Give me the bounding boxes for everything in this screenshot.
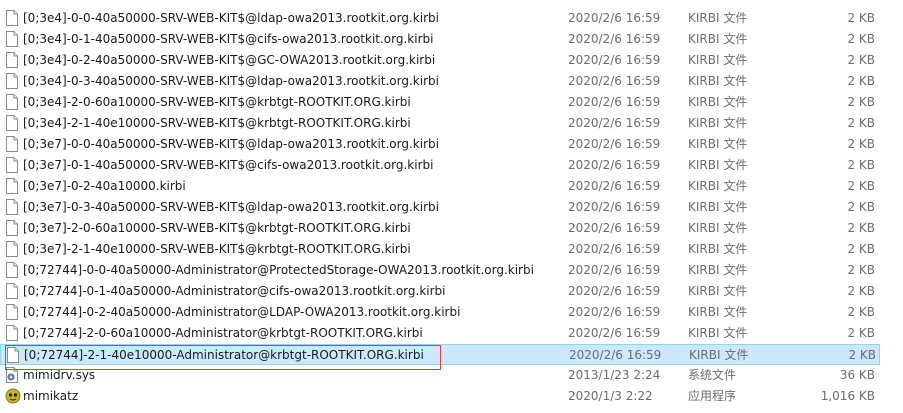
file-row[interactable]: [0;72744]-0-1-40a50000-Administrator@cif… [0, 281, 880, 302]
file-size: 2 KB [848, 348, 876, 362]
file-icon [5, 94, 19, 110]
file-name: [0;3e4]-0-2-40a50000-SRV-WEB-KIT$@GC-OWA… [23, 53, 436, 67]
file-name: [0;3e7]-2-0-60a10000-SRV-WEB-KIT$@krbtgt… [23, 221, 411, 235]
file-size: 2 KB [847, 158, 875, 172]
file-row[interactable]: [0;3e7]-2-0-60a10000-SRV-WEB-KIT$@krbtgt… [0, 218, 880, 239]
file-name: [0;72744]-2-0-60a10000-Administrator@krb… [23, 326, 423, 340]
file-row[interactable]: [0;3e4]-0-2-40a50000-SRV-WEB-KIT$@GC-OWA… [0, 50, 880, 71]
file-icon [5, 52, 19, 68]
file-date-modified: 2020/2/6 16:59 [568, 137, 661, 151]
file-row[interactable]: [0;3e7]-0-1-40a50000-SRV-WEB-KIT$@cifs-o… [0, 155, 880, 176]
file-row[interactable]: [0;3e7]-0-2-40a10000.kirbi 2020/2/6 16:59… [0, 176, 880, 197]
file-date-modified: 2020/2/6 16:59 [568, 242, 661, 256]
file-icon [5, 199, 19, 215]
file-date-modified: 2020/2/6 16:59 [568, 116, 661, 130]
file-size: 2 KB [847, 116, 875, 130]
file-row[interactable]: [0;3e7]-0-0-40a50000-SRV-WEB-KIT$@ldap-o… [0, 134, 880, 155]
file-date-modified: 2020/2/6 16:59 [569, 348, 662, 362]
file-date-modified: 2020/2/6 16:59 [568, 32, 661, 46]
file-icon [5, 178, 19, 194]
file-row[interactable]: [0;72744]-0-0-40a50000-Administrator@Pro… [0, 260, 880, 281]
file-name: [0;3e7]-0-3-40a50000-SRV-WEB-KIT$@ldap-o… [23, 200, 439, 214]
file-size: 2 KB [847, 179, 875, 193]
file-name: [0;3e4]-0-3-40a50000-SRV-WEB-KIT$@ldap-o… [23, 74, 439, 88]
file-name: [0;3e4]-0-0-40a50000-SRV-WEB-KIT$@ldap-o… [23, 11, 439, 25]
file-size: 2 KB [847, 137, 875, 151]
file-name: mimikatz [23, 389, 79, 403]
file-icon [5, 157, 19, 173]
file-name: [0;3e4]-2-1-40e10000-SRV-WEB-KIT$@krbtgt… [23, 116, 411, 130]
file-row[interactable]: [0;72744]-2-0-60a10000-Administrator@krb… [0, 323, 880, 344]
file-size: 2 KB [847, 326, 875, 340]
file-icon [5, 262, 19, 278]
file-list: [0;3e4]-0-0-40a50000-SRV-WEB-KIT$@ldap-o… [0, 0, 903, 413]
file-row[interactable]: [0;3e4]-0-3-40a50000-SRV-WEB-KIT$@ldap-o… [0, 71, 880, 92]
file-icon [5, 73, 19, 89]
file-size: 2 KB [847, 242, 875, 256]
file-icon [5, 10, 19, 26]
file-icon [5, 283, 19, 299]
file-icon [5, 31, 19, 47]
mimikatz-app-icon [5, 388, 21, 404]
file-date-modified: 2020/2/6 16:59 [568, 221, 661, 235]
file-date-modified: 2020/2/6 16:59 [568, 74, 661, 88]
file-size: 2 KB [847, 284, 875, 298]
file-row[interactable]: [0;3e4]-2-0-60a10000-SRV-WEB-KIT$@krbtgt… [0, 92, 880, 113]
file-date-modified: 2020/2/6 16:59 [568, 284, 661, 298]
file-name: [0;3e4]-0-1-40a50000-SRV-WEB-KIT$@cifs-o… [23, 32, 434, 46]
file-size: 2 KB [847, 32, 875, 46]
file-row[interactable]: [0;3e7]-0-3-40a50000-SRV-WEB-KIT$@ldap-o… [0, 197, 880, 218]
file-icon [6, 347, 20, 363]
file-date-modified: 2020/2/6 16:59 [568, 158, 661, 172]
file-row[interactable]: [0;72744]-0-2-40a50000-Administrator@LDA… [0, 302, 880, 323]
file-size: 2 KB [847, 263, 875, 277]
file-icon [5, 220, 19, 236]
file-name: [0;3e7]-2-1-40e10000-SRV-WEB-KIT$@krbtgt… [23, 242, 411, 256]
file-name: [0;3e7]-0-2-40a10000.kirbi [23, 179, 186, 193]
file-name: [0;72744]-0-1-40a50000-Administrator@cif… [23, 284, 446, 298]
file-size: 2 KB [847, 74, 875, 88]
file-size: 36 KB [839, 368, 875, 382]
file-icon [5, 304, 19, 320]
file-icon [5, 241, 19, 257]
file-date-modified: 2013/1/23 2:24 [568, 368, 661, 382]
file-date-modified: 2020/2/6 16:59 [568, 305, 661, 319]
file-row[interactable]: [0;3e4]-0-0-40a50000-SRV-WEB-KIT$@ldap-o… [0, 8, 880, 29]
file-name: [0;72744]-0-2-40a50000-Administrator@LDA… [23, 305, 461, 319]
file-size: 1,016 KB [820, 389, 875, 403]
file-icon [5, 325, 19, 341]
file-date-modified: 2020/2/6 16:59 [568, 326, 661, 340]
file-row[interactable]: [0;3e4]-0-1-40a50000-SRV-WEB-KIT$@cifs-o… [0, 29, 880, 50]
file-row[interactable]: mimikatz 2020/1/3 2:22 应用程序 1,016 KB [0, 386, 880, 407]
file-name: [0;72744]-0-0-40a50000-Administrator@Pro… [23, 263, 534, 277]
file-date-modified: 2020/2/6 16:59 [568, 11, 661, 25]
file-size: 2 KB [847, 11, 875, 25]
file-date-modified: 2020/2/6 16:59 [568, 200, 661, 214]
file-size: 2 KB [847, 200, 875, 214]
file-size: 2 KB [847, 221, 875, 235]
file-row[interactable]: [0;3e7]-2-1-40e10000-SRV-WEB-KIT$@krbtgt… [0, 239, 880, 260]
file-name: [0;3e4]-2-0-60a10000-SRV-WEB-KIT$@krbtgt… [23, 95, 411, 109]
file-row[interactable]: [0;72744]-2-1-40e10000-Administrator@krb… [0, 344, 880, 365]
file-size: 2 KB [847, 305, 875, 319]
file-date-modified: 2020/1/3 2:22 [568, 389, 653, 403]
system-file-icon [5, 367, 19, 383]
file-date-modified: 2020/2/6 16:59 [568, 53, 661, 67]
file-row[interactable]: [0;3e4]-2-1-40e10000-SRV-WEB-KIT$@krbtgt… [0, 113, 880, 134]
file-size: 2 KB [847, 95, 875, 109]
file-name: mimidrv.sys [23, 368, 96, 382]
file-icon [5, 115, 19, 131]
file-name: [0;3e7]-0-0-40a50000-SRV-WEB-KIT$@ldap-o… [23, 137, 439, 151]
file-name: [0;72744]-2-1-40e10000-Administrator@krb… [24, 348, 424, 362]
file-date-modified: 2020/2/6 16:59 [568, 95, 661, 109]
file-row[interactable]: mimidrv.sys 2013/1/23 2:24 系统文件 36 KB [0, 365, 880, 386]
file-size: 2 KB [847, 53, 875, 67]
file-icon [5, 136, 19, 152]
file-date-modified: 2020/2/6 16:59 [568, 179, 661, 193]
file-date-modified: 2020/2/6 16:59 [568, 263, 661, 277]
file-name: [0;3e7]-0-1-40a50000-SRV-WEB-KIT$@cifs-o… [23, 158, 434, 172]
